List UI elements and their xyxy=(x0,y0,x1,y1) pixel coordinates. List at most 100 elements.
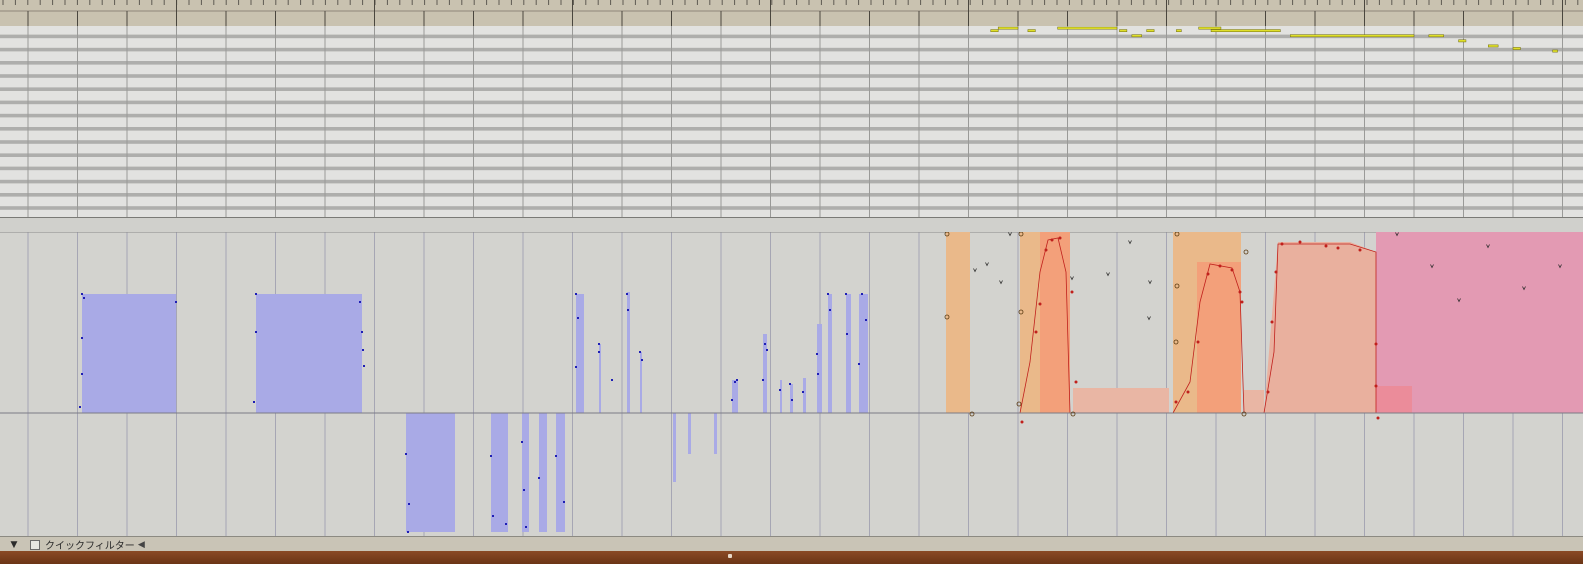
velocity-bar xyxy=(688,413,691,454)
quick-filter-label[interactable]: クイックフィルター xyxy=(45,537,135,552)
control-point xyxy=(1243,249,1249,255)
region-block xyxy=(1264,242,1376,413)
midi-note xyxy=(1552,49,1558,53)
control-point xyxy=(1034,330,1038,334)
lane-divider[interactable] xyxy=(0,217,1583,233)
control-point xyxy=(1020,420,1024,424)
control-point xyxy=(490,455,492,457)
velocity-bar xyxy=(780,380,782,413)
control-point xyxy=(846,333,848,335)
control-point xyxy=(1008,232,1012,237)
region-block xyxy=(1376,232,1583,413)
region-block xyxy=(1197,262,1241,413)
control-point xyxy=(626,293,628,295)
bar-ruler[interactable] xyxy=(0,0,1583,27)
control-point xyxy=(598,343,600,345)
velocity-bar xyxy=(522,413,529,532)
velocity-bar xyxy=(406,413,455,532)
control-point xyxy=(405,453,407,455)
control-point xyxy=(538,477,540,479)
control-point xyxy=(999,280,1003,285)
control-point xyxy=(255,293,257,295)
midi-note xyxy=(997,26,1019,30)
automation-lane[interactable] xyxy=(0,232,1583,536)
control-point xyxy=(611,379,613,381)
velocity-bar xyxy=(640,352,642,413)
midi-note xyxy=(1428,34,1444,38)
black-key-row xyxy=(0,87,1583,91)
midi-note xyxy=(990,29,999,32)
control-point xyxy=(985,262,989,267)
piano-roll-grid[interactable] xyxy=(0,26,1583,217)
control-point xyxy=(1218,264,1222,268)
control-point xyxy=(1298,240,1302,244)
control-point xyxy=(764,343,766,345)
control-point xyxy=(1186,390,1190,394)
black-key-row xyxy=(0,153,1583,157)
control-point xyxy=(521,441,523,443)
black-key-row xyxy=(0,127,1583,131)
control-point xyxy=(575,366,577,368)
note-grid[interactable] xyxy=(0,26,1583,217)
control-point xyxy=(789,383,791,385)
velocity-bar xyxy=(790,384,793,413)
control-point xyxy=(1070,276,1074,281)
caret-left-icon[interactable]: ◀ xyxy=(138,540,145,550)
black-key-row xyxy=(0,47,1583,52)
velocity-bar xyxy=(817,324,822,413)
control-point xyxy=(361,331,363,333)
control-point xyxy=(1358,248,1362,252)
region-block xyxy=(1040,232,1070,413)
control-point xyxy=(827,293,829,295)
control-point xyxy=(865,319,867,321)
control-point xyxy=(1280,242,1284,246)
control-point xyxy=(816,353,818,355)
black-key-row xyxy=(0,166,1583,171)
control-point xyxy=(575,293,577,295)
control-point xyxy=(1376,416,1380,420)
velocity-bar xyxy=(803,378,806,413)
control-point xyxy=(81,293,83,295)
control-point xyxy=(1074,380,1078,384)
control-point xyxy=(627,309,629,311)
control-point xyxy=(563,501,565,503)
control-point xyxy=(1206,272,1210,276)
velocity-bar xyxy=(491,413,508,532)
velocity-bar xyxy=(556,413,565,532)
control-point xyxy=(1336,246,1340,250)
control-point xyxy=(407,531,409,533)
control-point xyxy=(1230,268,1234,272)
control-point xyxy=(1038,302,1042,306)
black-key-row xyxy=(0,179,1583,184)
control-point xyxy=(81,337,83,339)
midi-note xyxy=(1210,29,1281,32)
control-point xyxy=(598,351,600,353)
control-point xyxy=(1050,238,1054,242)
control-point xyxy=(255,331,257,333)
control-point xyxy=(1324,244,1328,248)
control-point xyxy=(736,379,738,381)
control-point xyxy=(829,309,831,311)
control-point xyxy=(492,515,494,517)
control-point xyxy=(253,401,255,403)
black-key-row xyxy=(0,206,1583,210)
control-point xyxy=(555,455,557,457)
black-key-row xyxy=(0,140,1583,144)
region-block xyxy=(1073,388,1169,413)
filter-checkbox[interactable] xyxy=(30,539,40,550)
velocity-bar xyxy=(732,380,738,413)
midi-note xyxy=(1131,34,1142,38)
control-point xyxy=(766,349,768,351)
control-point xyxy=(359,301,361,303)
velocity-bar xyxy=(82,294,176,413)
control-point xyxy=(523,489,525,491)
black-key-row xyxy=(0,74,1583,78)
automation-canvas[interactable] xyxy=(0,232,1583,536)
midi-note xyxy=(1512,47,1521,50)
black-key-row xyxy=(0,100,1583,105)
control-point xyxy=(1274,270,1278,274)
disclosure-triangle-icon[interactable]: ▼ xyxy=(6,540,22,550)
control-point xyxy=(175,301,177,303)
midi-note xyxy=(1198,26,1222,30)
midi-note xyxy=(1488,44,1499,48)
